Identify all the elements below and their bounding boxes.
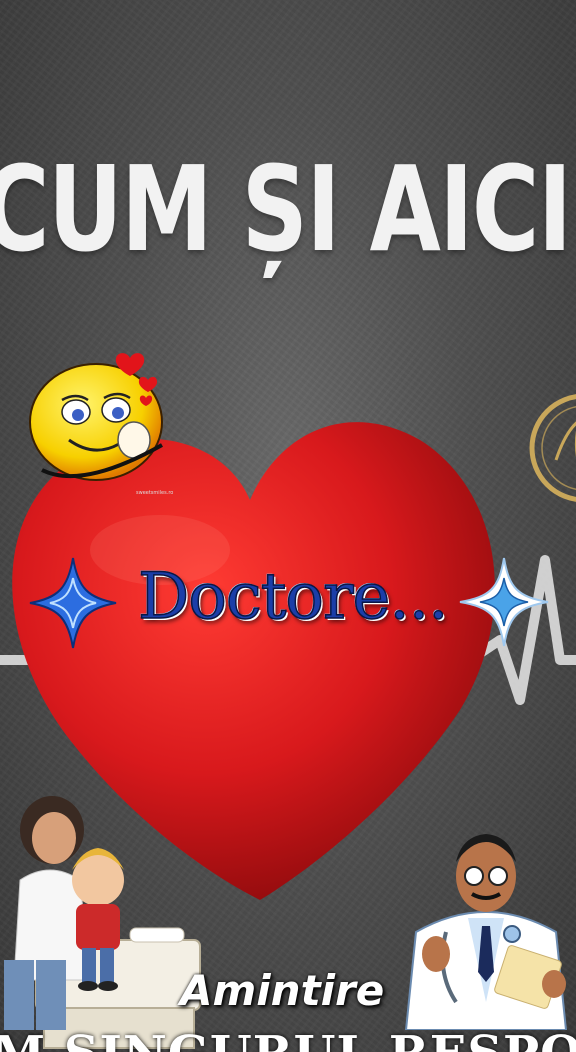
sparkle-star-icon (459, 557, 549, 647)
nurse-child-icon (4, 796, 201, 1049)
sparkle-star-icon (29, 557, 117, 649)
bottom-text: M SINGURUL RESPONS (0, 1026, 576, 1052)
caption-text: Amintire (180, 966, 385, 1015)
watermark-text: sweetsmiles.ro (136, 490, 174, 496)
love-smiley-icon (29, 353, 163, 481)
logo-seal-icon (529, 394, 576, 502)
doctor-icon (404, 834, 568, 1030)
video-frame: CUM ȘI AICI sweetsmiles.ro Doctore... Am… (0, 0, 576, 1052)
overlay-title: Doctore... (137, 559, 449, 635)
